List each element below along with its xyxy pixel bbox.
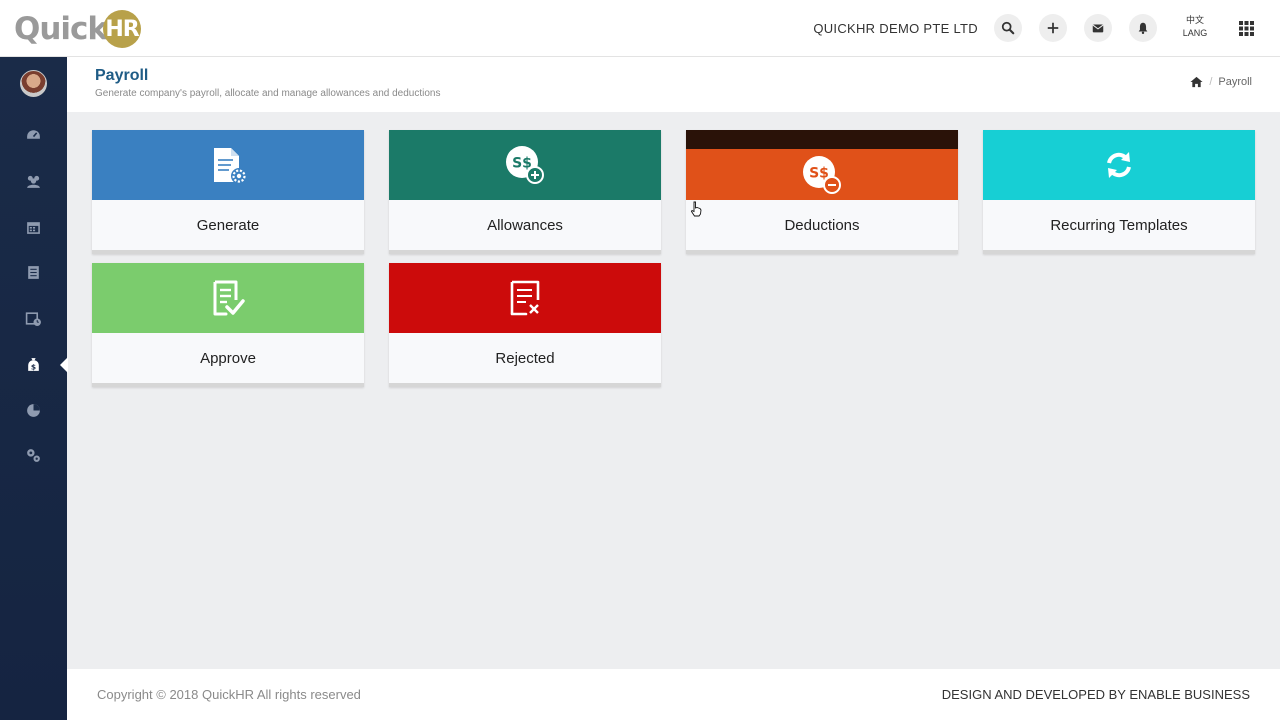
- document-check-icon: [213, 280, 245, 316]
- sidebar-item-payroll[interactable]: $: [24, 355, 42, 373]
- card-recurring-templates[interactable]: Recurring Templates: [983, 130, 1255, 254]
- card-deductions[interactable]: S$ Deductions: [686, 130, 958, 254]
- bell-icon: [1138, 22, 1148, 35]
- breadcrumb-separator: /: [1209, 76, 1213, 88]
- language-switcher[interactable]: 中文 LANG: [1178, 14, 1212, 40]
- page-title: Payroll: [95, 67, 149, 84]
- card-deductions-label: Deductions: [784, 216, 860, 234]
- sidebar-item-calendar[interactable]: [24, 218, 42, 236]
- sidebar-item-employees[interactable]: [24, 172, 42, 190]
- card-approve-label: Approve: [200, 349, 256, 367]
- money-plus-icon: S$: [506, 146, 544, 184]
- card-rejected-label: Rejected: [495, 349, 555, 367]
- users-icon: [26, 175, 40, 188]
- footer: Copyright © 2018 QuickHR All rights rese…: [67, 669, 1280, 720]
- sidebar-item-documents[interactable]: [24, 263, 42, 281]
- messages-button[interactable]: [1084, 14, 1112, 42]
- sidebar-item-reports[interactable]: [24, 401, 42, 419]
- add-button[interactable]: [1039, 14, 1067, 42]
- mouse-cursor-icon: [690, 201, 702, 217]
- user-avatar[interactable]: [20, 70, 47, 97]
- breadcrumb-current: Payroll: [1218, 76, 1252, 88]
- search-icon: [1001, 21, 1015, 35]
- card-deductions-banner: S$: [686, 130, 958, 200]
- document-icon: [27, 265, 39, 279]
- card-generate[interactable]: Generate: [92, 130, 364, 254]
- search-button[interactable]: [994, 14, 1022, 42]
- credit-text: DESIGN AND DEVELOPED BY ENABLE BUSINESS: [941, 687, 1250, 702]
- card-allowances-label: Allowances: [487, 216, 563, 234]
- grid-icon: [1238, 20, 1254, 36]
- company-name[interactable]: QUICKHR DEMO PTE LTD: [813, 21, 978, 36]
- card-approve[interactable]: Approve: [92, 263, 364, 387]
- quickhr-logo[interactable]: Quick HR: [14, 9, 142, 49]
- pie-chart-icon: [26, 403, 40, 417]
- card-allowances[interactable]: S$ Allowances: [389, 130, 661, 254]
- sidebar-item-leave[interactable]: [24, 309, 42, 327]
- apps-button[interactable]: [1232, 14, 1260, 42]
- page-subtitle: Generate company's payroll, allocate and…: [95, 88, 441, 99]
- card-generate-label: Generate: [196, 216, 260, 234]
- dashboard-icon: [26, 129, 40, 139]
- money-minus-icon: S$: [803, 155, 841, 194]
- breadcrumb: / Payroll: [1190, 76, 1252, 88]
- card-allowances-banner: S$: [389, 130, 661, 200]
- refresh-icon: [1107, 152, 1131, 178]
- card-rejected-banner: [389, 263, 661, 333]
- sidebar: $: [0, 57, 68, 720]
- svg-text:$: $: [30, 362, 35, 371]
- envelope-icon: [1092, 24, 1104, 33]
- sidebar-item-dashboard[interactable]: [24, 126, 42, 144]
- settings-icon: [26, 448, 40, 462]
- copyright-text: Copyright © 2018 QuickHR All rights rese…: [97, 687, 361, 702]
- sidebar-item-settings[interactable]: [24, 446, 42, 464]
- card-generate-banner: [92, 130, 364, 200]
- top-bar: Quick HR QUICKHR DEMO PTE LTD 中文 LANG: [0, 0, 1280, 57]
- card-approve-banner: [92, 263, 364, 333]
- logo-text: Quick: [14, 11, 108, 47]
- card-recurring-templates-banner: [983, 130, 1255, 200]
- logo-badge: HR: [103, 10, 142, 48]
- calendar-clock-icon: [25, 311, 41, 326]
- active-indicator: [60, 357, 68, 373]
- plus-icon: [1047, 22, 1059, 34]
- card-recurring-templates-label: Recurring Templates: [1050, 216, 1188, 234]
- document-gear-icon: [214, 148, 247, 184]
- card-rejected[interactable]: Rejected: [389, 263, 661, 387]
- calendar-icon: [26, 221, 40, 234]
- language-chinese: 中文: [1185, 15, 1204, 25]
- language-label: LANG: [1182, 28, 1208, 38]
- page-header: Payroll Generate company's payroll, allo…: [67, 57, 1280, 112]
- payroll-icon: $: [27, 357, 39, 371]
- document-x-icon: [510, 280, 540, 316]
- home-icon[interactable]: [1190, 76, 1203, 88]
- notifications-button[interactable]: [1129, 14, 1157, 42]
